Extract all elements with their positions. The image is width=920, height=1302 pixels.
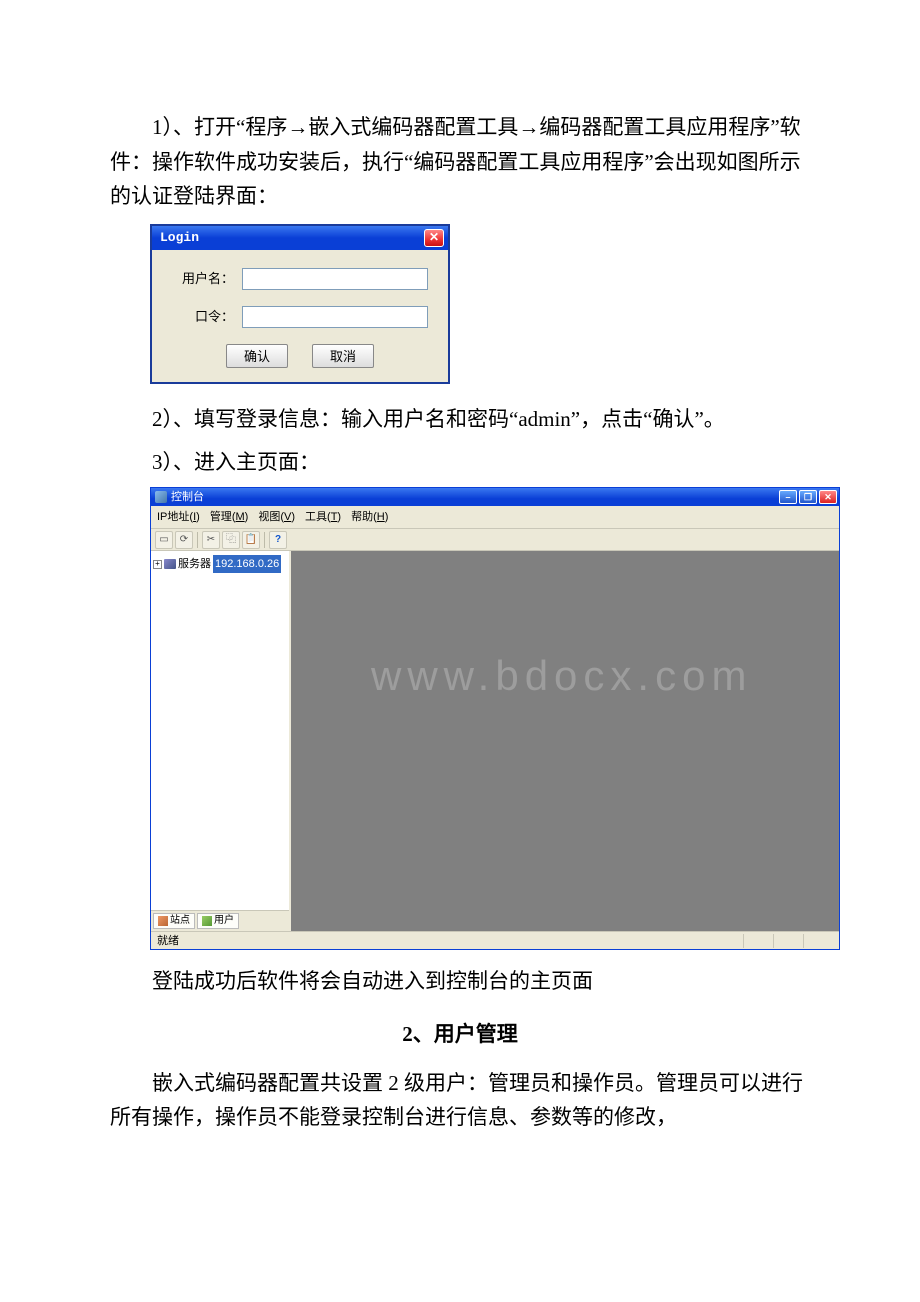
menu-tools[interactable]: 工具(T): [305, 508, 341, 526]
toolbar: ▭ ⟳ ✂ ⿻ 📋 ?: [151, 529, 839, 551]
menu-view[interactable]: 视图(V): [258, 508, 295, 526]
login-title-text: Login: [160, 227, 424, 248]
menu-help[interactable]: 帮助(H): [351, 508, 388, 526]
console-window: 控制台 – ❐ ✕ IP地址(I) 管理(M) 视图(V) 工具(T) 帮助(H…: [150, 487, 840, 950]
minimize-icon[interactable]: –: [779, 490, 797, 504]
password-input[interactable]: [242, 306, 428, 328]
status-cell: [743, 934, 773, 948]
console-titlebar: 控制台 – ❐ ✕: [151, 488, 839, 506]
toolbar-separator: [197, 532, 198, 548]
paragraph-step1: 1）、打开“程序→嵌入式编码器配置工具→编码器配置工具应用程序”软件：操作软件成…: [110, 110, 810, 214]
menu-manage[interactable]: 管理(M): [210, 508, 249, 526]
maximize-icon[interactable]: ❐: [799, 490, 817, 504]
close-icon[interactable]: ✕: [819, 490, 837, 504]
console-title-text: 控制台: [171, 488, 779, 506]
menu-bar: IP地址(I) 管理(M) 视图(V) 工具(T) 帮助(H): [151, 506, 839, 529]
tab-user[interactable]: 用户: [197, 913, 239, 929]
copy-icon[interactable]: ⿻: [222, 531, 240, 549]
user-icon: [202, 916, 212, 926]
paste-icon[interactable]: 📋: [242, 531, 260, 549]
status-cell: [803, 934, 833, 948]
close-icon[interactable]: ✕: [424, 229, 444, 247]
tree-root-label: 服务器: [178, 555, 211, 573]
tree-root-ip: 192.168.0.26: [213, 555, 281, 573]
section-heading-user-mgmt: 2、用户管理: [110, 1017, 810, 1052]
paragraph-step3: 3）、进入主页面：: [110, 445, 810, 480]
tab-user-label: 用户: [214, 913, 234, 930]
menu-ip[interactable]: IP地址(I): [157, 508, 200, 526]
login-titlebar: Login ✕: [152, 226, 448, 250]
toolbar-separator: [264, 532, 265, 548]
toolbar-btn-1[interactable]: ▭: [155, 531, 173, 549]
status-bar: 就绪: [151, 931, 839, 949]
username-input[interactable]: [242, 268, 428, 290]
password-label: 口令：: [172, 306, 242, 327]
tree-panel: + 服务器 192.168.0.26 站点 用户: [151, 551, 291, 931]
help-icon[interactable]: ?: [269, 531, 287, 549]
tab-site[interactable]: 站点: [153, 913, 195, 929]
tree-expand-icon[interactable]: +: [153, 560, 162, 569]
tree-root-node[interactable]: + 服务器 192.168.0.26: [153, 555, 287, 573]
site-icon: [158, 916, 168, 926]
watermark-text: www.bdocx.com: [371, 641, 752, 710]
login-dialog: Login ✕ 用户名： 口令： 确认 取消: [150, 224, 450, 384]
cancel-button[interactable]: 取消: [312, 344, 374, 368]
app-icon: [155, 491, 167, 503]
tab-site-label: 站点: [170, 913, 190, 930]
username-label: 用户名：: [172, 268, 242, 289]
ok-button[interactable]: 确认: [226, 344, 288, 368]
paragraph-after-console: 登陆成功后软件将会自动进入到控制台的主页面: [110, 964, 810, 999]
cut-icon[interactable]: ✂: [202, 531, 220, 549]
status-text: 就绪: [157, 932, 743, 950]
paragraph-user-mgmt: 嵌入式编码器配置共设置 2 级用户：管理员和操作员。管理员可以进行所有操作，操作…: [110, 1066, 810, 1135]
status-cell: [773, 934, 803, 948]
server-icon: [164, 559, 176, 569]
toolbar-btn-2[interactable]: ⟳: [175, 531, 193, 549]
main-canvas: www.bdocx.com: [291, 551, 839, 931]
paragraph-step2: 2）、填写登录信息：输入用户名和密码“admin”，点击“确认”。: [110, 402, 810, 437]
